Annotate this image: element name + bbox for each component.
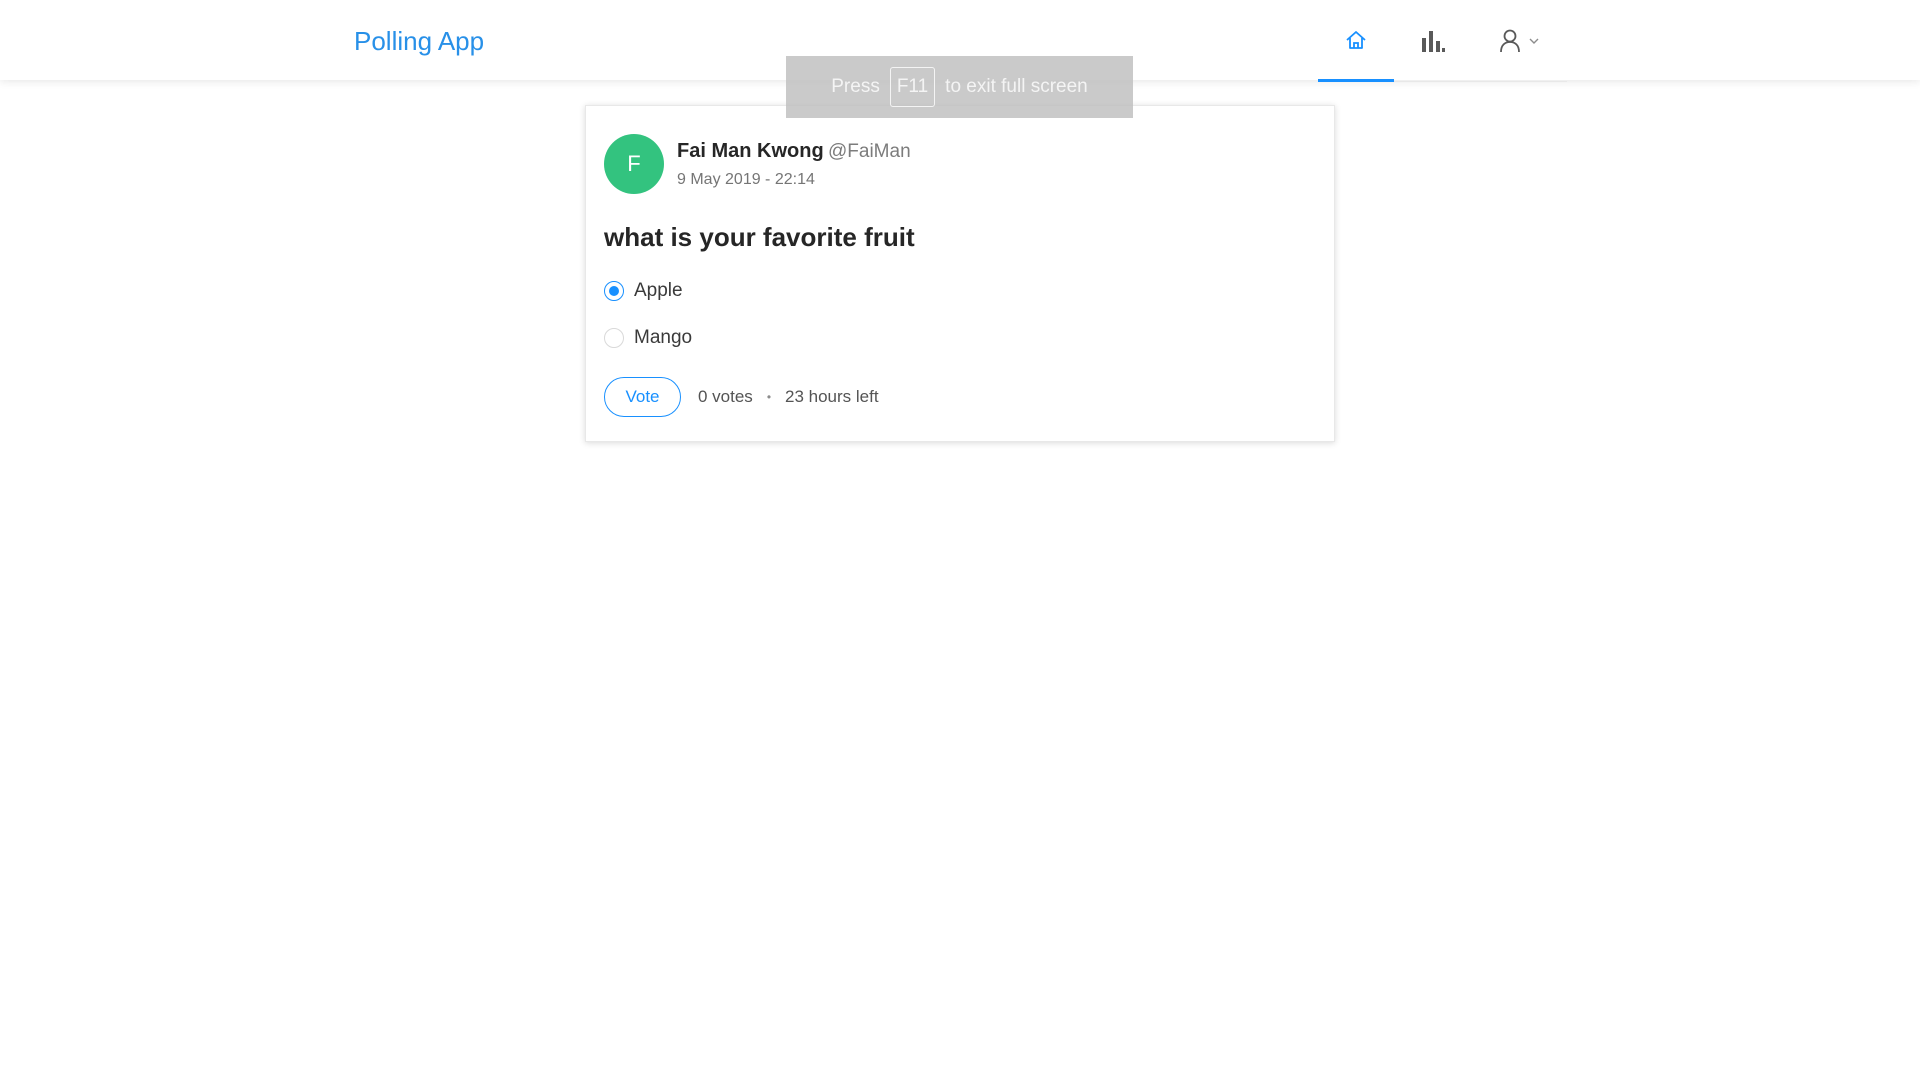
poll-card: F Fai Man Kwong @FaiMan 9 May 2019 - 22:… [585,105,1335,442]
creator-name[interactable]: Fai Man Kwong [677,140,824,163]
time-left: 23 hours left [785,387,879,406]
poll-footer: 0 votes • 23 hours left [698,387,879,407]
radio-button-checked[interactable] [604,281,624,301]
fullscreen-exit-notice: Press F11 to exit full screen [786,56,1133,118]
poll-choice-mango[interactable]: Mango [604,325,692,351]
vote-count: 0 votes [698,387,753,406]
nav-item-new-poll[interactable] [1394,0,1471,82]
bar-chart-icon [1421,29,1445,53]
app-title-link[interactable]: Polling App [354,24,484,58]
poll-choice-apple[interactable]: Apple [604,278,683,304]
nav-menu [1318,0,1567,82]
chevron-down-icon [1529,37,1539,45]
fullscreen-notice-prefix: Press [831,76,880,97]
fullscreen-notice-suffix: to exit full screen [945,76,1088,97]
poll-question: what is your favorite fruit [604,222,915,252]
creator-username[interactable]: @FaiMan [828,141,911,163]
vote-button[interactable]: Vote [604,377,681,417]
home-icon [1345,29,1367,51]
poll-creation-date: 9 May 2019 - 22:14 [677,171,815,188]
choice-label: Mango [634,327,693,348]
nav-item-home[interactable] [1318,0,1394,82]
radio-button[interactable] [604,328,624,348]
avatar[interactable]: F [604,134,664,194]
user-icon [1499,29,1521,53]
fullscreen-key: F11 [889,67,936,107]
choice-label: Apple [634,280,683,301]
nav-item-profile-dropdown[interactable] [1471,0,1567,82]
separator-dot: • [766,390,772,404]
